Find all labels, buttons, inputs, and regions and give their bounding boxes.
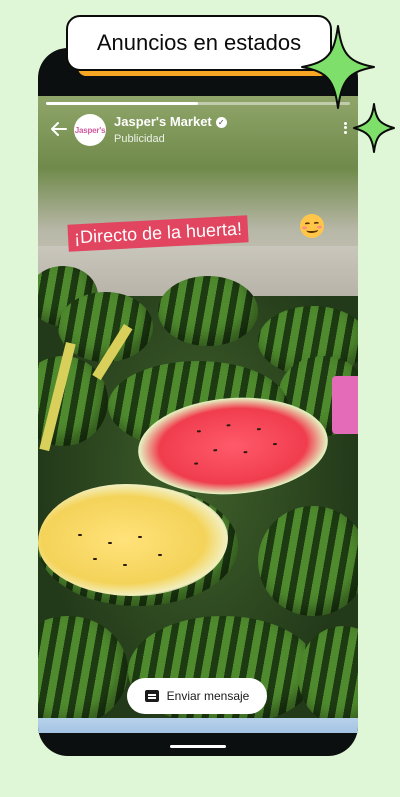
blue-tray	[38, 718, 358, 733]
send-message-label: Enviar mensaje	[166, 689, 250, 703]
pink-bucket	[332, 376, 358, 434]
sparkle-small-icon	[353, 103, 395, 153]
watermelon	[158, 276, 258, 346]
business-name[interactable]: Jasper's Market ✓	[114, 114, 227, 129]
home-indicator[interactable]	[170, 745, 226, 748]
avatar-logo-text: Jasper's	[74, 125, 106, 135]
verified-badge-icon: ✓	[215, 117, 227, 128]
yellow-watermelon-half	[38, 484, 228, 596]
status-progress-fill	[46, 102, 198, 105]
watermelon	[258, 506, 358, 616]
banner-title-text: Anuncios en estados	[96, 30, 302, 55]
banner-title: Anuncios en estados	[66, 15, 332, 71]
status-header: Jasper's Jasper's Market ✓ Publicidad	[38, 114, 358, 150]
phone-frame: Jasper's Jasper's Market ✓ Publicidad ¡Di…	[38, 48, 358, 756]
ad-label: Publicidad	[114, 133, 165, 145]
status-viewer[interactable]: Jasper's Jasper's Market ✓ Publicidad ¡Di…	[38, 96, 358, 733]
send-message-button[interactable]: Enviar mensaje	[127, 678, 267, 714]
business-avatar[interactable]: Jasper's	[74, 114, 106, 146]
message-icon	[144, 690, 159, 702]
sparkle-large-icon	[301, 25, 375, 109]
back-arrow-icon[interactable]	[50, 120, 68, 138]
business-name-text: Jasper's Market	[114, 114, 212, 129]
more-options-icon[interactable]	[342, 120, 348, 138]
